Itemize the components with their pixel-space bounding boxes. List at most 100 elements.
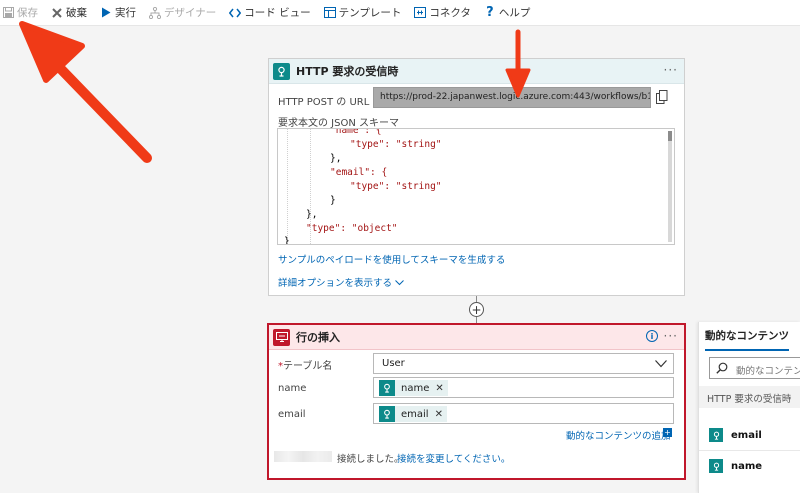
remove-token-icon[interactable]: ✕ [435,409,443,420]
remove-token-icon[interactable]: ✕ [435,383,443,394]
code-line: "type": "string" [350,181,442,192]
dynamic-item-name[interactable]: name [709,459,762,473]
http-card-more-button[interactable]: ··· [664,63,678,77]
table-name-select[interactable]: User [373,353,674,374]
code-text: }, [330,153,342,164]
code-line: } [284,236,290,245]
code-view-label: コード ビュー [244,7,311,19]
code-line: "type": "object" [306,223,398,234]
add-dynamic-content-icon[interactable]: + [663,428,672,437]
dynamic-content-search-placeholder: 動的なコンテンツ [736,366,800,377]
schema-label: 要求本文の JSON スキーマ [278,118,400,129]
connectors-button[interactable]: コネクタ [414,0,471,26]
code-text: "type": "object" [306,223,398,234]
code-text: "name": { [330,128,382,136]
copy-icon[interactable] [656,90,668,104]
http-trigger-header[interactable]: HTTP 要求の受信時 ··· [269,59,684,84]
search-icon [716,362,728,377]
code-text: }, [306,209,318,220]
code-view-button[interactable]: コード ビュー [229,0,311,26]
http-trigger-title: HTTP 要求の受信時 [296,65,399,78]
dynamic-content-tab[interactable]: 動的なコンテンツ [705,328,789,351]
dynamic-item-email[interactable]: email [709,428,762,442]
run-label: 実行 [115,7,136,19]
discard-button[interactable]: 破棄 [51,0,87,26]
chevron-down-icon [655,358,667,368]
insert-row-header[interactable]: 行の挿入 i ··· [269,325,684,350]
http-url-field[interactable]: https://prod-22.japanwest.logic.azure.co… [373,87,651,108]
save-button[interactable]: 保存 [2,0,38,26]
designer-toolbar: 保存 破棄 実行 デザイナー コード ビュー テンプレート コネクタ ? ヘルプ [0,0,800,26]
schema-scroll-thumb[interactable] [668,131,672,141]
email-field[interactable]: email ✕ [373,403,674,424]
dynamic-content-panel: 動的なコンテンツ 動的なコンテンツ HTTP 要求の受信時 email name [698,322,800,493]
templates-button[interactable]: テンプレート [323,0,402,26]
name-token-label: name [401,382,430,394]
json-schema-editor[interactable]: "name": { "type": "string" }, "email": {… [277,128,675,245]
email-token-label: email [401,408,429,420]
code-line: "name": { [330,128,382,136]
change-connection-link[interactable]: 接続を変更してください。 [397,451,510,465]
http-request-icon [379,380,395,396]
add-dynamic-content-link[interactable]: 動的なコンテンツの追加 [566,428,671,442]
name-field[interactable]: name ✕ [373,377,674,398]
name-field-label: name [278,383,307,394]
templates-icon [323,7,336,19]
dynamic-section-header: HTTP 要求の受信時 [699,386,800,408]
designer-label: デザイナー [164,7,217,19]
advanced-options-label: 詳細オプションを表示する [278,278,393,289]
chevron-down-icon [395,278,404,289]
insert-card-more-button[interactable]: ··· [664,329,678,343]
designer-button[interactable]: デザイナー [149,0,216,26]
code-text: } [330,195,336,206]
email-token[interactable]: email ✕ [379,406,447,422]
http-url-label: HTTP POST の URL [278,97,370,108]
connectors-label: コネクタ [429,7,471,19]
http-request-icon [709,428,723,442]
insert-row-title: 行の挿入 [296,331,340,344]
generate-schema-link[interactable]: サンプルのペイロードを使用してスキーマを生成する [278,252,505,266]
code-line: "type": "string" [350,139,442,150]
code-line: }, [306,209,317,220]
code-line: }, [330,153,341,164]
run-button[interactable]: 実行 [100,0,136,26]
dynamic-item-label: email [731,429,762,441]
sql-server-icon [273,328,290,346]
save-label: 保存 [17,7,38,19]
code-line: "email": { [330,167,387,178]
dynamic-content-search[interactable]: 動的なコンテンツ [709,357,800,379]
name-token[interactable]: name ✕ [379,380,448,396]
code-view-icon [229,7,242,19]
table-name-label-text: テーブル名 [283,361,333,372]
annotation-arrow-save [19,21,152,163]
connection-name-redacted [274,451,332,462]
advanced-options-link[interactable]: 詳細オプションを表示する [278,275,404,289]
info-icon[interactable]: i [646,330,658,342]
code-text: } [284,236,290,245]
schema-scrollbar[interactable] [668,131,672,242]
http-request-icon [379,406,395,422]
table-name-label: *テーブル名 [278,357,332,372]
indent-guide [287,129,288,244]
run-icon [100,7,112,19]
connectors-icon [414,7,427,19]
code-text: "email": { [330,167,388,178]
dynamic-item-label: name [731,460,763,472]
discard-label: 破棄 [66,7,87,19]
save-icon [2,7,14,19]
code-text: "type": "string" [350,181,442,192]
http-request-icon [273,62,290,80]
table-name-value: User [382,358,405,369]
discard-icon [51,7,63,19]
code-line: } [330,195,336,206]
templates-label: テンプレート [338,7,402,19]
help-icon: ? [486,5,494,20]
connected-text: 接続しました。 [337,454,404,465]
help-label: ヘルプ [498,7,531,19]
email-field-label: email [278,409,306,420]
insert-step-plus-button[interactable]: + [469,302,484,317]
http-request-icon [709,459,723,473]
divider [699,450,800,451]
code-text: "type": "string" [350,139,442,150]
help-button[interactable]: ? ヘルプ [484,0,531,26]
